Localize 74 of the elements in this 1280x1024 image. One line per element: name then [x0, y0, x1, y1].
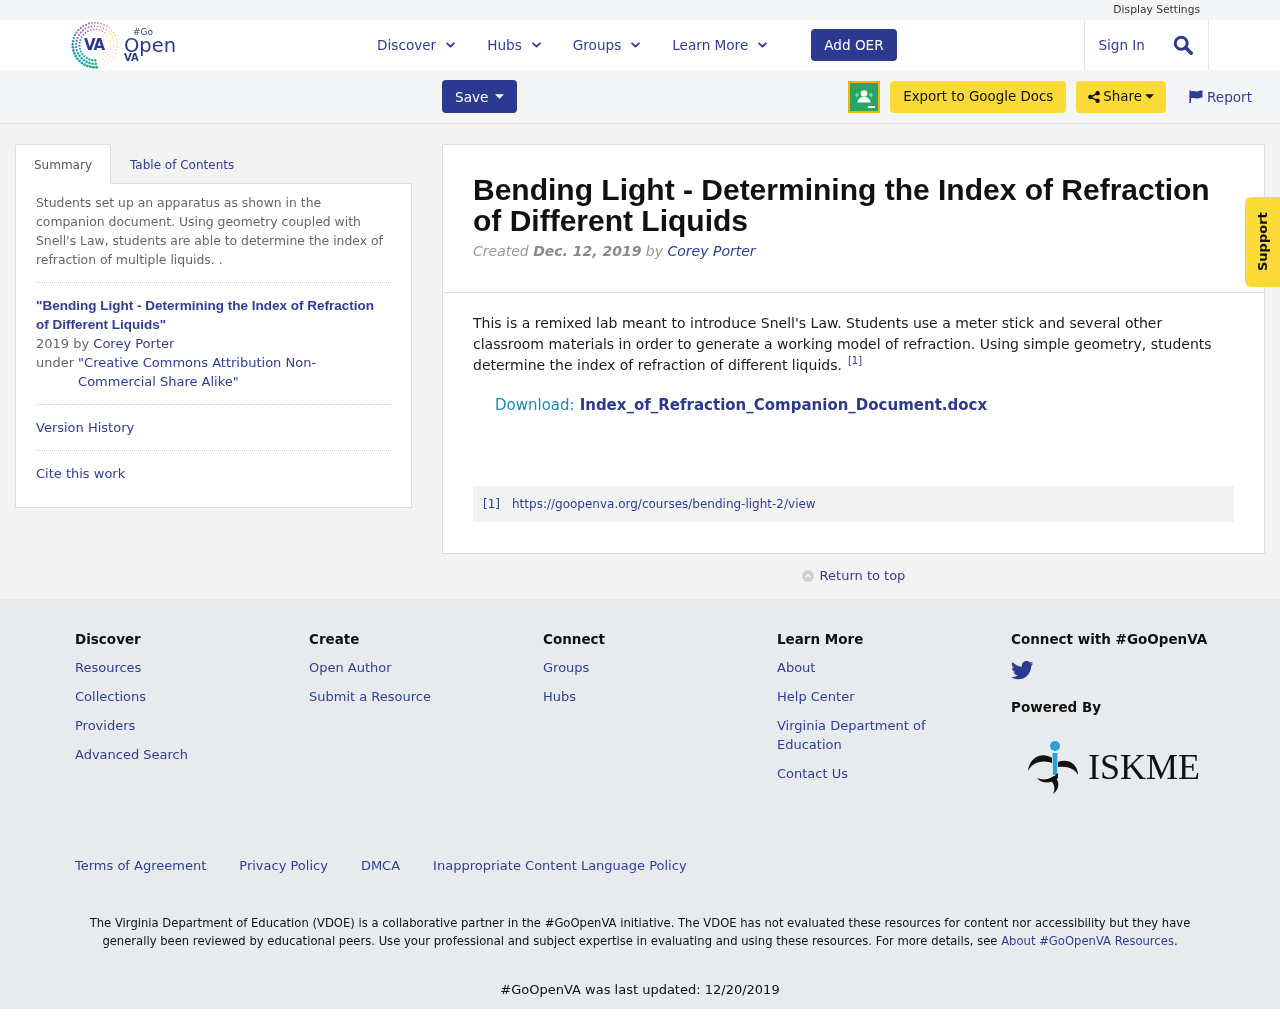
- footer-link[interactable]: Providers: [75, 716, 136, 735]
- sidebar-tab[interactable]: Summary: [15, 144, 111, 184]
- chalkboard-person-icon[interactable]: [848, 80, 881, 113]
- disclaimer-text: The Virginia Department of Education (VDOE) is a collaborative partner in the #GoOpenVA initiative. The VDOE has not evaluated these resources for content nor accessibility but they have generally been reviewed by educational peers. Use your professional and subject expertise in evaluating and using these resources. For more details, see About #GoOpenVA Resources.: [88, 915, 1192, 950]
- footer-link[interactable]: About: [777, 658, 816, 677]
- footer-link[interactable]: Resources: [75, 658, 142, 677]
- footnote-ref-link[interactable]: [1]: [847, 355, 863, 367]
- footer-link[interactable]: Advanced Search: [75, 745, 188, 764]
- footer-heading: Connect: [543, 630, 605, 649]
- description-text: This is a remixed lab meant to introduce Snell's Law. Students use a meter stick and several other classroom materials in order to generate a working model of refraction. Using simple geometry, students determine the index of refraction of different liquids. $^{[1]}$: [473, 314, 1213, 375]
- footer-heading: Connect with #GoOpenVA: [1011, 630, 1208, 649]
- footer-heading: Powered By: [1011, 698, 1102, 717]
- flag-icon: [1188, 90, 1203, 103]
- support-tab[interactable]: Support: [1245, 197, 1280, 287]
- footer-link[interactable]: Inappropriate Content Language Policy: [433, 856, 687, 875]
- footer-link[interactable]: Virginia Department of Education: [777, 716, 981, 754]
- author-link[interactable]: Corey Porter: [93, 336, 175, 351]
- return-to-top-link[interactable]: Return to top: [801, 568, 906, 584]
- display-settings-link[interactable]: Display Settings: [1113, 3, 1200, 17]
- logo-text: #Go: [133, 27, 154, 37]
- logo-text: ISKME: [1088, 748, 1200, 785]
- footer-link[interactable]: Submit a Resource: [309, 687, 431, 706]
- download-link[interactable]: Index_of_Refraction_Companion_Document.docx: [579, 394, 988, 416]
- disclaimer-link[interactable]: About #GoOpenVA Resources: [1001, 934, 1174, 948]
- resource-title-link[interactable]: "Bending Light - Determining the Index of Refraction of Different Liquids": [36, 296, 384, 334]
- save-button[interactable]: Save: [442, 80, 518, 113]
- footer-link[interactable]: Collections: [75, 687, 147, 706]
- footnote-link[interactable]: https://goopenva.org/courses/bending-light-2/view: [512, 497, 816, 511]
- chevron-down-icon: [631, 42, 641, 48]
- share-icon: [1088, 90, 1101, 103]
- footer-heading: Discover: [75, 630, 141, 649]
- footer-link[interactable]: Terms of Agreement: [75, 856, 207, 875]
- nav-menu-item[interactable]: Discover: [377, 35, 456, 55]
- search-icon[interactable]: [1173, 35, 1193, 55]
- export-button[interactable]: Export to Google Docs: [890, 80, 1067, 113]
- nav-menu-item[interactable]: Learn More: [672, 35, 768, 55]
- sidebar-tab[interactable]: Table of Contents: [111, 144, 254, 184]
- footer-heading: Create: [309, 630, 360, 649]
- footer-link[interactable]: DMCA: [360, 856, 401, 875]
- attribution-text: 2019 by Corey Porter: [36, 336, 175, 351]
- footer-link[interactable]: Help Center: [777, 687, 855, 706]
- report-link[interactable]: Report: [1188, 86, 1252, 107]
- footer-link[interactable]: Hubs: [543, 687, 577, 706]
- author-link[interactable]: Corey Porter: [667, 243, 756, 259]
- up-circle-icon: [801, 570, 814, 582]
- resource-title: Bending Light - Determining the Index of Refraction of Different Liquids: [473, 174, 1211, 236]
- resource-meta: Created Dec. 12, 2019 by Corey Porter: [473, 242, 757, 261]
- caret-down-icon: [1144, 94, 1154, 99]
- nav-menu-item[interactable]: Groups: [572, 35, 641, 55]
- dotted-ring-icon: [70, 20, 120, 70]
- sign-in-link[interactable]: Sign In: [1098, 35, 1145, 55]
- download-label: Download:: [495, 395, 575, 416]
- cite-link[interactable]: Cite this work: [36, 464, 126, 483]
- nav-menu-item[interactable]: Hubs: [487, 35, 541, 55]
- chevron-down-icon: [758, 42, 768, 48]
- chevron-down-icon: [531, 42, 541, 48]
- attribution-text: under: [36, 354, 75, 372]
- license-link[interactable]: "Creative Commons Attribution Non-Commercial Share Alike": [78, 353, 391, 391]
- footer-link[interactable]: Privacy Policy: [239, 856, 328, 875]
- footer-link[interactable]: Open Author: [309, 658, 392, 677]
- footer-heading: Learn More: [777, 630, 864, 649]
- bird-icon[interactable]: [1011, 661, 1034, 680]
- share-button[interactable]: Share: [1076, 80, 1166, 113]
- version-history-link[interactable]: Version History: [36, 418, 135, 437]
- footnote-mark: [1]: [483, 497, 500, 511]
- caret-down-icon: [495, 94, 505, 99]
- footer-link[interactable]: Groups: [543, 658, 590, 677]
- add-oer-button[interactable]: Add OER: [811, 29, 897, 61]
- logo-text: VA: [84, 35, 105, 55]
- last-updated-text: #GoOpenVA was last updated: 12/20/2019: [499, 981, 781, 999]
- logo-text: Open: [124, 36, 177, 55]
- footer-link[interactable]: Contact Us: [777, 764, 848, 783]
- summary-text: Students set up an apparatus as shown in the companion document. Using geometry coupled with Snell's Law, students are able to determine the index of refraction of multiple liquids. .: [36, 194, 384, 269]
- chevron-down-icon: [446, 42, 456, 48]
